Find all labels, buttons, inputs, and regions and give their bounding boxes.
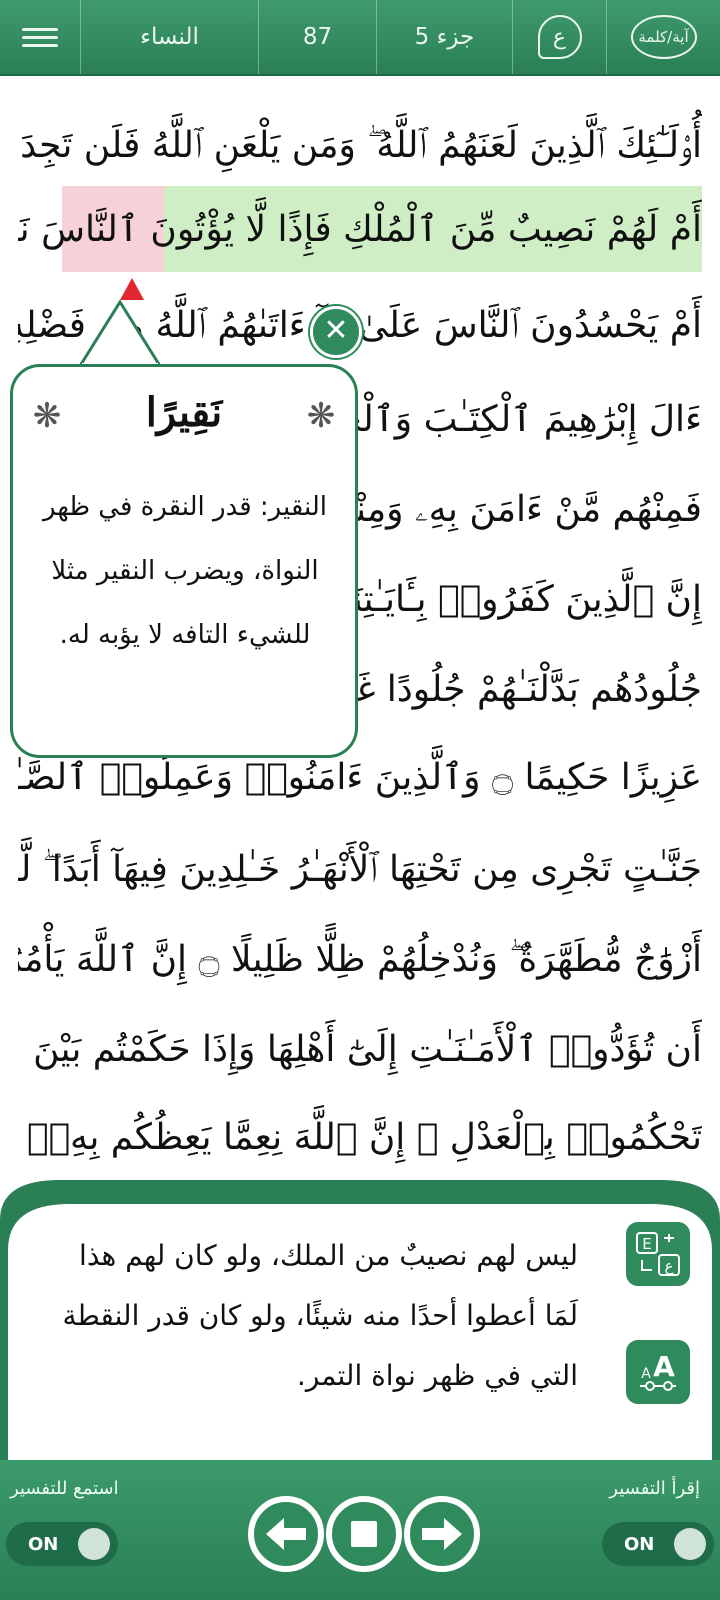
svg-text:E: E (642, 1235, 651, 1253)
menu-button[interactable] (0, 0, 80, 74)
page-number[interactable]: 87 (258, 0, 376, 74)
tafsir-text: ليس لهم نصيبٌ من الملك، ولو كان لهم هذا … (62, 1239, 578, 1392)
svg-text:ع: ع (665, 1257, 674, 1275)
previous-button[interactable] (248, 1496, 324, 1572)
ain-button[interactable]: ع (512, 0, 606, 74)
arrow-right-icon (422, 1518, 462, 1550)
translate-button[interactable]: E ع (626, 1222, 690, 1286)
ain-icon: ع (537, 15, 582, 59)
ayah-word-toggle-button[interactable]: آية/كلمة (606, 0, 720, 74)
ayah-word-icon: آية/كلمة (630, 15, 697, 59)
svg-text:A: A (653, 1350, 675, 1383)
quran-line-text: أَن تُؤَدُّوا۟ ٱلْأَمَـٰنَـٰتِ إِلَىٰٓ أ… (18, 1029, 702, 1070)
quran-line-11[interactable]: أَن تُؤَدُّوا۟ ٱلْأَمَـٰنَـٰتِ إِلَىٰٓ أ… (18, 1010, 702, 1090)
quran-line-text: عَزِيزًا حَكِيمًا ۝ وَٱلَّذِينَ ءَامَنُو… (18, 757, 702, 798)
quran-line-text: تَحْكُمُوا۟ بِٱلْعَدْلِ ۚ إِنَّ ٱللَّهَ … (18, 1117, 702, 1158)
stop-icon (351, 1521, 377, 1547)
arrow-left-icon (266, 1518, 306, 1550)
toggle-on-label: ON (624, 1533, 655, 1555)
tafsir-panel: ليس لهم نصيبٌ من الملك، ولو كان لهم هذا … (0, 1180, 720, 1460)
quran-line-12[interactable]: تَحْكُمُوا۟ بِٱلْعَدْلِ ۚ إِنَّ ٱللَّهَ … (18, 1098, 702, 1178)
popup-pointer (80, 300, 160, 369)
quran-line-9[interactable]: جَنَّـٰتٍ تَجْرِى مِن تَحْتِهَا ٱلْأَنْه… (18, 830, 702, 910)
listen-tafsir-toggle[interactable]: ON (6, 1522, 118, 1566)
popup-word-meaning: النقير: قدر النقرة في ظهر النواة، ويضرب … (42, 492, 328, 650)
word-pointer-icon (120, 278, 144, 300)
quran-line-text: جَنَّـٰتٍ تَجْرِى مِن تَحْتِهَا ٱلْأَنْه… (18, 849, 702, 890)
hamburger-icon (22, 23, 58, 52)
top-bar: النساء 87 جزء 5 ع آية/كلمة (0, 0, 720, 76)
quran-line-10[interactable]: أَزْوَٰجٌ مُّطَهَّرَةٌ ۖ وَنُدْخِلُهُمْ … (18, 920, 702, 1000)
surah-name[interactable]: النساء (80, 0, 258, 74)
translate-icon: E ع (636, 1232, 680, 1276)
font-size-button[interactable]: A A (626, 1340, 690, 1404)
quran-line-2[interactable]: أَمْ لَهُمْ نَصِيبٌ مِّنَ ٱلْمُلْكِ فَإِ… (18, 190, 702, 270)
close-popup-button[interactable]: ✕ (310, 306, 362, 358)
quran-line-text: أَزْوَٰجٌ مُّطَهَّرَةٌ ۖ وَنُدْخِلُهُمْ … (18, 939, 702, 980)
popup-word-title: نَقِيرًا (145, 389, 223, 436)
bottom-bar: إقرأ التفسير استمع للتفسير ON ON (0, 1460, 720, 1600)
quran-line-1[interactable]: أُو۟لَـٰٓئِكَ ٱلَّذِينَ لَعَنَهُمُ ٱللَّ… (18, 106, 702, 186)
font-size-icon: A A (640, 1350, 676, 1391)
close-icon: ✕ (323, 313, 349, 348)
svg-text:A: A (641, 1366, 651, 1382)
read-tafsir-label: إقرأ التفسير (609, 1478, 700, 1499)
next-button[interactable] (404, 1496, 480, 1572)
juz-label[interactable]: جزء 5 (376, 0, 512, 74)
toggle-on-label: ON (28, 1533, 59, 1555)
read-tafsir-toggle[interactable]: ON (602, 1522, 714, 1566)
stop-button[interactable] (326, 1496, 402, 1572)
quran-line-text: أُو۟لَـٰٓئِكَ ٱلَّذِينَ لَعَنَهُمُ ٱللَّ… (18, 125, 702, 166)
toggle-knob (674, 1528, 706, 1560)
listen-tafsir-label: استمع للتفسير (10, 1478, 119, 1499)
word-meaning-popup: ❋ ❋ نَقِيرًا النقير: قدر النقرة في ظهر ا… (10, 364, 358, 758)
quran-line-text: أَمْ لَهُمْ نَصِيبٌ مِّنَ ٱلْمُلْكِ فَإِ… (18, 209, 702, 250)
toggle-knob (78, 1528, 110, 1560)
